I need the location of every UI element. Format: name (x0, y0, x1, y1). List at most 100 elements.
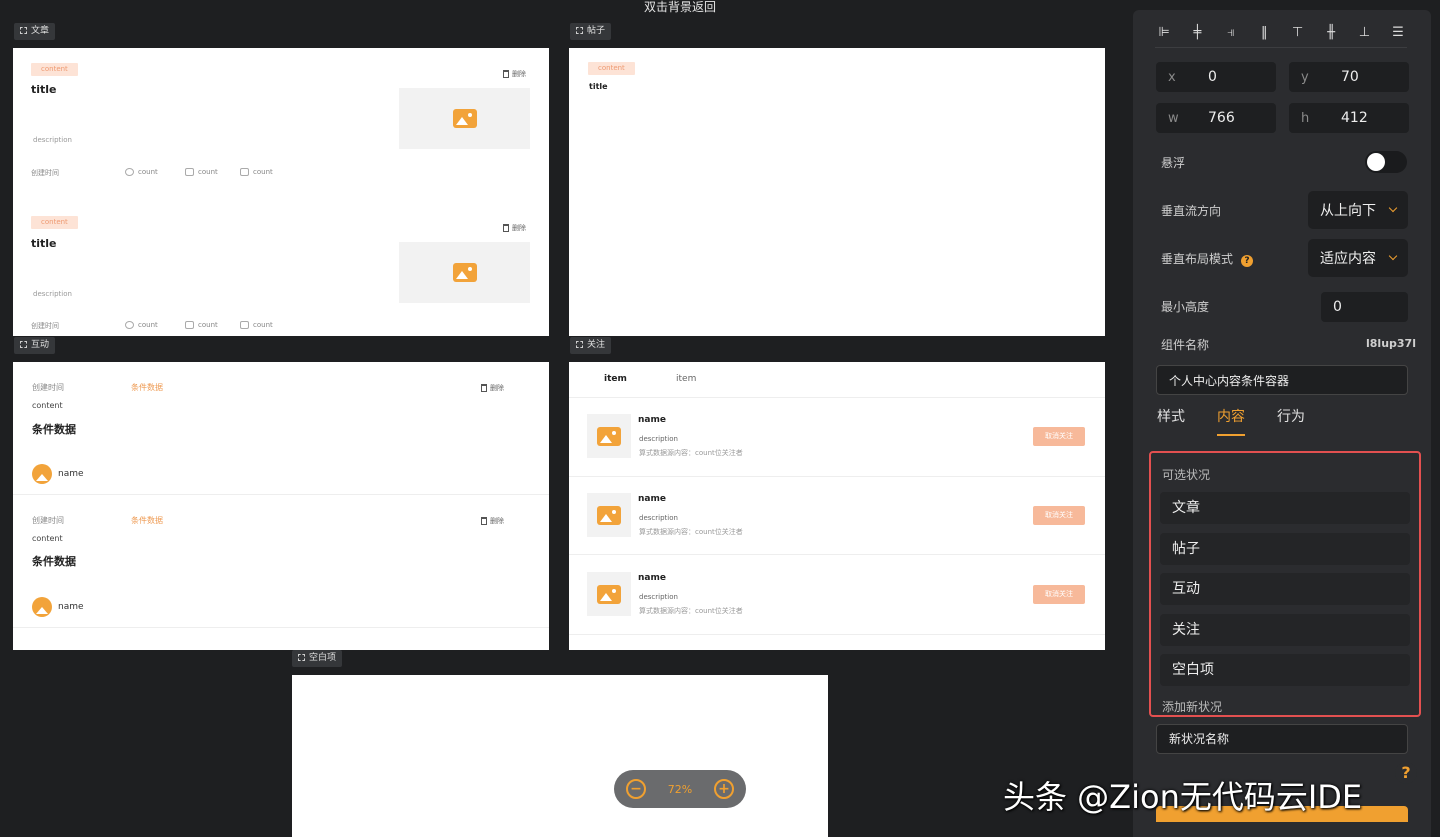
user-name: name (58, 602, 84, 612)
view-count: count (125, 321, 158, 329)
chevron-down-icon (1388, 203, 1398, 213)
tab-item-active[interactable]: item (604, 374, 627, 384)
distribute-vertical-icon[interactable]: ☰ (1389, 24, 1407, 42)
like-count: count (240, 168, 273, 176)
article-frame[interactable]: content 删除 title description 创建时间 count … (13, 48, 549, 336)
delete-button[interactable]: 删除 (503, 69, 526, 79)
image-icon (597, 505, 621, 525)
card-description: description (33, 290, 72, 298)
follow-description: description (639, 514, 678, 522)
state-tag-follow[interactable]: 关注 (570, 337, 612, 354)
delete-button[interactable]: 删除 (503, 223, 526, 233)
empty-frame[interactable] (292, 675, 828, 837)
tab-content[interactable]: 内容 (1217, 406, 1245, 436)
vertical-flow-select[interactable]: 从上向下 (1308, 191, 1408, 229)
state-tag-interact[interactable]: 互动 (14, 337, 56, 354)
align-center-vertical-icon[interactable]: ╫ (1322, 24, 1340, 42)
image-icon (597, 584, 621, 604)
new-state-name-input[interactable]: 新状况名称 (1156, 724, 1408, 754)
state-item-post[interactable]: 帖子 (1160, 533, 1410, 565)
comment-count: count (185, 321, 218, 329)
row-divider (13, 494, 549, 495)
delete-button[interactable]: 删除 (481, 383, 504, 393)
w-field[interactable]: w 766 (1156, 103, 1276, 133)
zoom-in-button[interactable]: + (713, 779, 734, 799)
expand-icon (20, 27, 27, 34)
state-tag-article[interactable]: 文章 (14, 23, 56, 40)
vertical-flow-value: 从上向下 (1320, 203, 1376, 219)
card-title: 条件数据 (32, 423, 76, 436)
min-height-input[interactable]: 0 (1321, 292, 1408, 322)
state-tag-label: 空白项 (309, 653, 337, 663)
count-label: count (138, 321, 158, 329)
align-right-icon[interactable]: ⫣ (1222, 24, 1240, 42)
component-name-label: 组件名称 (1161, 338, 1210, 352)
align-left-icon[interactable]: ⊫ (1155, 24, 1173, 42)
eye-icon (125, 321, 134, 329)
state-tag-empty[interactable]: 空白项 (292, 650, 343, 667)
tab-behavior[interactable]: 行为 (1277, 406, 1305, 426)
unfollow-button[interactable]: 取消关注 (1033, 427, 1085, 446)
interact-frame[interactable]: 创建时间 条件数据 删除 content 条件数据 name 创建时间 条件数据… (13, 362, 549, 650)
state-item-empty[interactable]: 空白项 (1160, 654, 1410, 686)
align-center-horizontal-icon[interactable]: ╪ (1188, 24, 1206, 42)
condition-data: 条件数据 (131, 383, 163, 392)
follow-avatar (587, 572, 631, 616)
distribute-horizontal-icon[interactable]: ‖ (1255, 24, 1273, 42)
state-tag-label: 关注 (587, 340, 606, 350)
tab-style[interactable]: 样式 (1157, 406, 1185, 426)
count-label: count (138, 168, 158, 176)
x-label: x (1168, 69, 1176, 85)
state-tag-post[interactable]: 帖子 (570, 23, 612, 40)
image-icon (452, 109, 477, 128)
watermark: 头条 @Zion无代码云IDE (1003, 778, 1363, 816)
delete-button[interactable]: 删除 (481, 516, 504, 526)
created-time: 创建时间 (32, 383, 64, 392)
zoom-out-button[interactable]: − (626, 779, 646, 799)
content-pill: content (31, 63, 78, 76)
post-frame[interactable]: content title (569, 48, 1105, 336)
help-icon[interactable]: ? (1241, 255, 1254, 267)
count-label: count (198, 321, 218, 329)
user-name: name (58, 469, 84, 479)
row-divider (13, 627, 549, 628)
like-count: count (240, 321, 273, 329)
float-toggle[interactable] (1365, 151, 1407, 173)
count-label: count (198, 168, 218, 176)
state-item-article[interactable]: 文章 (1160, 492, 1410, 524)
image-icon (452, 263, 477, 282)
unfollow-button[interactable]: 取消关注 (1033, 506, 1085, 525)
image-icon (597, 426, 621, 446)
align-top-icon[interactable]: ⊤ (1289, 24, 1307, 42)
states-title: 可选状况 (1162, 468, 1211, 482)
thumb-up-icon (240, 321, 249, 329)
follow-frame[interactable]: item item name description 算式数据源内容：count… (569, 362, 1105, 650)
trash-icon (503, 224, 509, 232)
chevron-down-icon (1388, 251, 1398, 261)
vertical-layout-label: 垂直布局模式? (1161, 250, 1254, 267)
unfollow-button[interactable]: 取消关注 (1033, 585, 1085, 604)
vertical-layout-select[interactable]: 适应内容 (1308, 239, 1408, 277)
vertical-layout-value: 适应内容 (1320, 251, 1376, 267)
avatar (32, 597, 52, 617)
tab-item[interactable]: item (676, 374, 696, 384)
state-item-follow[interactable]: 关注 (1160, 614, 1410, 646)
y-field[interactable]: y 70 (1289, 62, 1409, 92)
h-field[interactable]: h 412 (1289, 103, 1409, 133)
eye-icon (125, 168, 134, 176)
align-bottom-icon[interactable]: ⊥ (1356, 24, 1374, 42)
delete-label: 删除 (490, 384, 504, 392)
state-tag-label: 帖子 (587, 26, 606, 36)
trash-icon (503, 70, 509, 78)
alignment-toolbar: ⊫ ╪ ⫣ ‖ ⊤ ╫ ⊥ ☰ (1155, 18, 1407, 48)
count-label: count (253, 168, 273, 176)
count-label: count (253, 321, 273, 329)
state-item-interact[interactable]: 互动 (1160, 573, 1410, 605)
x-field[interactable]: x0 (1156, 62, 1276, 92)
comment-icon (185, 168, 194, 176)
component-name-input[interactable]: 个人中心内容条件容器 (1156, 365, 1408, 395)
content-label: content (32, 401, 63, 410)
content-pill: content (588, 62, 635, 75)
condition-data: 条件数据 (131, 516, 163, 525)
help-button[interactable]: ? (1395, 762, 1417, 784)
